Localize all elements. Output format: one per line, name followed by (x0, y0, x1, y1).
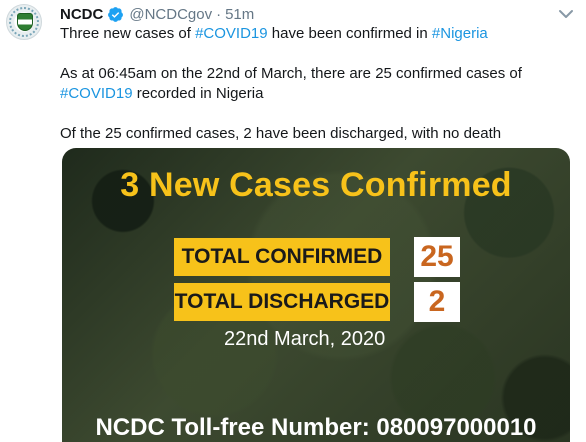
meta-separator: · (216, 5, 222, 23)
tweet-line-3: #COVID19 recorded in Nigeria (60, 84, 560, 104)
author-name[interactable]: NCDC (60, 6, 103, 23)
chevron-down-icon[interactable] (556, 4, 576, 24)
total-confirmed-label: TOTAL CONFIRMED (174, 238, 390, 276)
verified-badge-icon (108, 6, 124, 22)
tweet-line-1: Three new cases of #COVID19 have been co… (60, 24, 560, 44)
logo-crest-icon (17, 13, 33, 31)
hashtag-covid19[interactable]: #COVID19 (195, 25, 268, 42)
tweet-line-4: Of the 25 confirmed cases, 2 have been d… (60, 125, 502, 142)
hashtag-covid19[interactable]: #COVID19 (60, 85, 133, 102)
text-segment: Three new cases of (60, 25, 196, 42)
hashtag-nigeria[interactable]: #Nigeria (432, 25, 488, 42)
image-title: 3 New Cases Confirmed (120, 166, 512, 204)
tweet-timestamp[interactable]: 51m (225, 6, 254, 23)
tollfree-number: NCDC Toll-free Number: 080097000010 (95, 414, 537, 441)
tweet-image[interactable]: 3 New Cases Confirmed TOTAL CONFIRMED 25… (62, 148, 570, 442)
total-discharged-value: 2 (414, 282, 460, 322)
total-discharged-label: TOTAL DISCHARGED (174, 283, 390, 321)
text-segment: have been confirmed in (267, 25, 432, 42)
text-segment: recorded in Nigeria (132, 85, 264, 102)
image-date: 22nd March, 2020 (224, 328, 386, 350)
author-handle[interactable]: @NCDCgov (129, 6, 212, 23)
tweet-header: NCDC @NCDCgov · 51m (60, 4, 254, 24)
avatar[interactable] (6, 4, 42, 40)
tweet-body: Three new cases of #COVID19 have been co… (60, 24, 560, 144)
tweet-line-2: As at 06:45am on the 22nd of March, ther… (60, 65, 522, 82)
total-confirmed-value: 25 (414, 237, 460, 277)
